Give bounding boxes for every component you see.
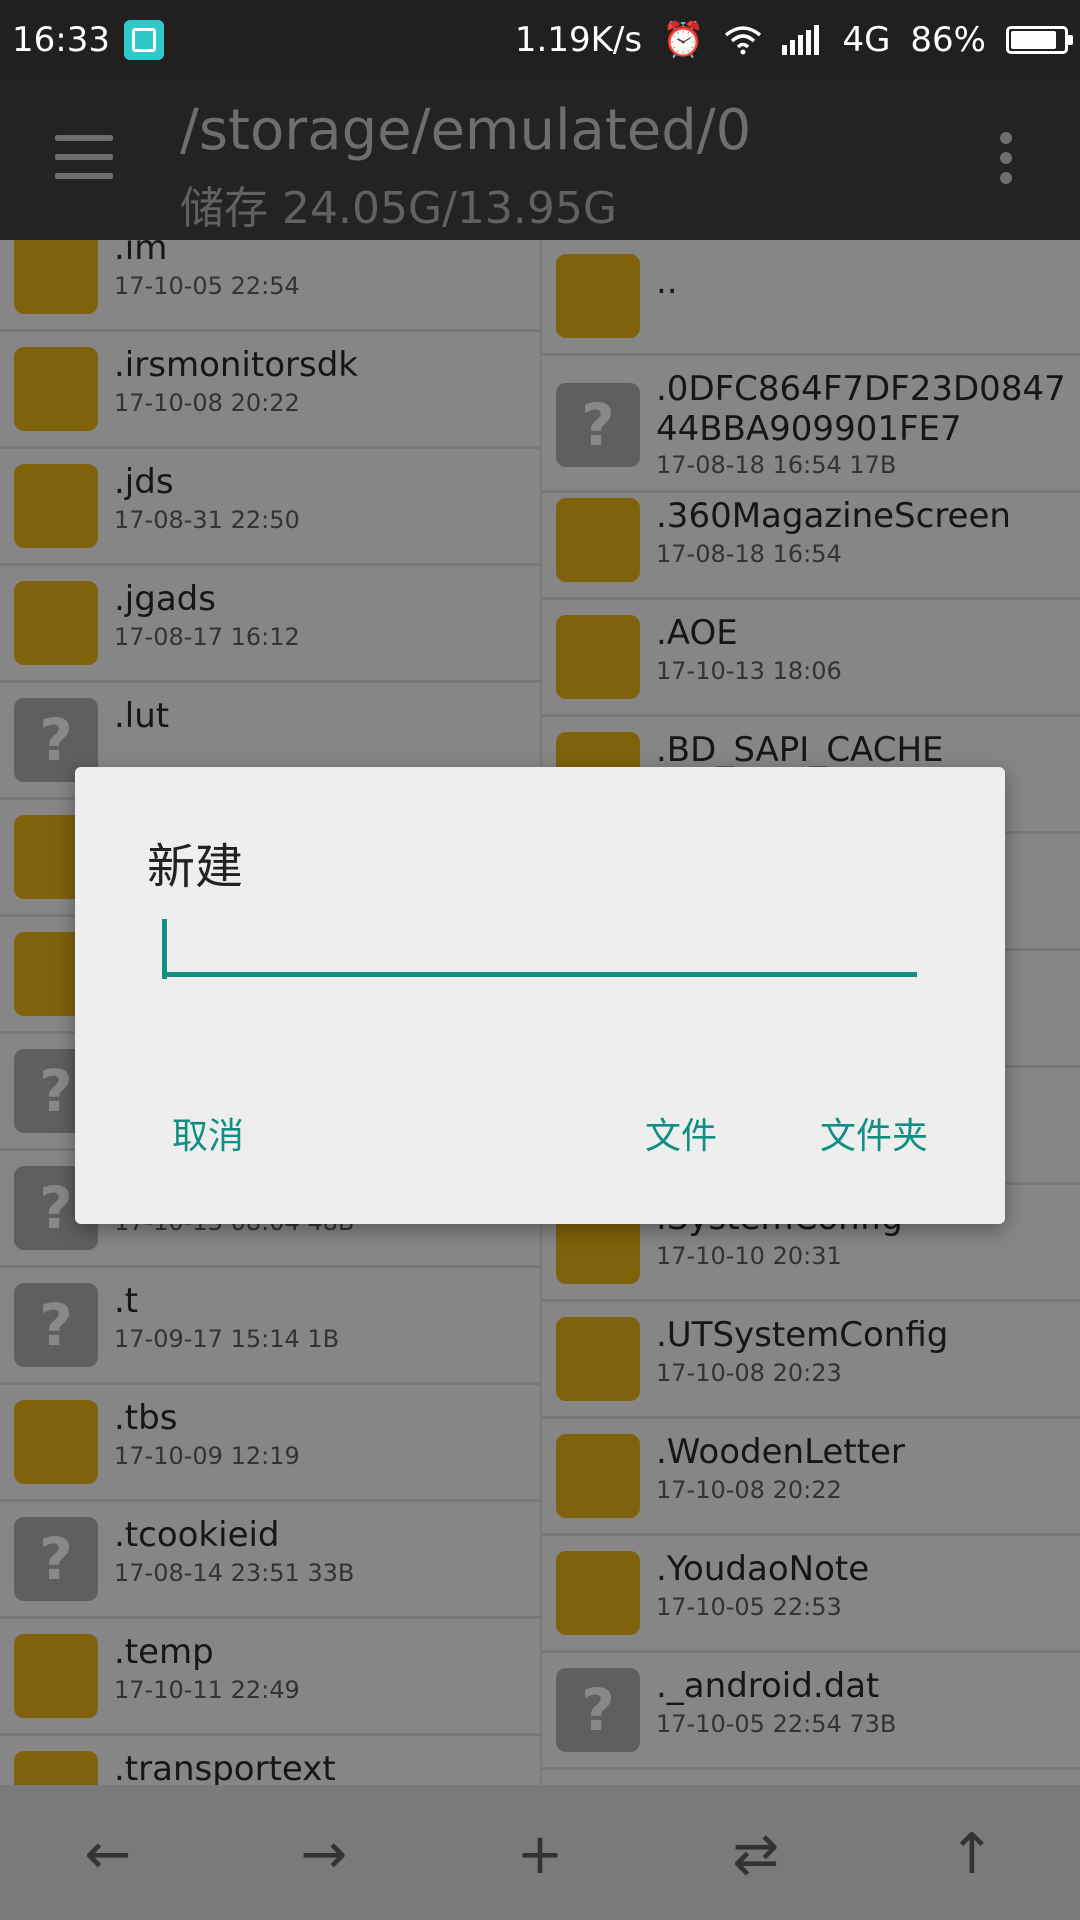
file-name: .YoudaoNote xyxy=(656,1549,870,1589)
file-meta: 17-08-18 16:54 17B xyxy=(656,451,897,479)
unknown-file-icon: ? xyxy=(556,383,640,467)
file-meta: 17-10-05 22:54 73B xyxy=(656,1710,897,1738)
file-meta: 17-10-11 22:49 xyxy=(114,1676,300,1704)
file-name: ._android.dat xyxy=(656,1666,880,1706)
folder-icon xyxy=(14,1400,98,1484)
file-name: .im xyxy=(114,240,168,268)
folder-icon xyxy=(14,464,98,548)
file-meta: 17-08-18 16:54 xyxy=(656,540,842,568)
file-name: .. xyxy=(656,262,678,302)
file-row[interactable]: .YoudaoNote 17-10-05 22:53 xyxy=(542,1537,1080,1653)
file-name: .UTSystemConfig xyxy=(656,1315,949,1355)
new-item-dialog: 新建 取消 文件 文件夹 xyxy=(75,767,1005,1224)
file-name: .tcookieid xyxy=(114,1515,280,1555)
file-meta: 17-10-05 22:54 xyxy=(114,272,300,300)
app-bar: /storage/emulated/0 储存 24.05G/13.95G xyxy=(0,80,1080,240)
storage-subtitle: 储存 24.05G/13.95G xyxy=(180,183,617,234)
file-name: .AOE xyxy=(656,613,738,653)
file-name: .0DFC864F7DF23D084744BBA909901FE7 xyxy=(656,369,1066,449)
new-file-button[interactable]: 文件 xyxy=(645,1107,717,1159)
file-row[interactable]: ? .tcookieid 17-08-14 23:51 33B xyxy=(0,1503,540,1619)
screenshot-icon xyxy=(123,20,164,60)
add-icon[interactable]: + xyxy=(500,1815,580,1895)
folder-icon xyxy=(556,254,640,338)
battery-fill xyxy=(1011,31,1056,49)
file-name: .jds xyxy=(114,462,174,502)
forward-arrow-icon[interactable]: → xyxy=(284,1815,364,1895)
dialog-title: 新建 xyxy=(147,839,244,895)
status-bar: 16:33 1.19K/s ⏰ 4G 86% xyxy=(0,0,1080,80)
up-arrow-icon[interactable]: ↑ xyxy=(932,1815,1012,1895)
file-name: .lut xyxy=(114,696,170,736)
new-folder-button[interactable]: 文件夹 xyxy=(820,1107,928,1159)
file-row[interactable]: .WoodenLetter 17-10-08 20:22 xyxy=(542,1420,1080,1536)
file-row[interactable]: .jgads 17-08-17 16:12 xyxy=(0,567,540,683)
file-name: .jgads xyxy=(114,579,216,619)
file-name: .t xyxy=(114,1281,139,1321)
network-speed: 1.19K/s xyxy=(514,20,643,60)
file-row[interactable]: .temp 17-10-11 22:49 xyxy=(0,1620,540,1736)
file-row[interactable]: ? .0DFC864F7DF23D084744BBA909901FE7 17-08-… xyxy=(542,357,1080,493)
file-meta: 17-10-13 18:06 xyxy=(656,657,842,685)
file-row[interactable]: .AOE 17-10-13 18:06 xyxy=(542,601,1080,717)
file-meta: 17-08-17 16:12 xyxy=(114,623,300,651)
unknown-file-icon: ? xyxy=(14,1517,98,1601)
folder-icon xyxy=(14,1751,98,1785)
bottom-toolbar: ← → + ⇄ ↑ xyxy=(0,1785,1080,1920)
file-name: .transportext xyxy=(114,1749,336,1785)
folder-icon xyxy=(14,347,98,431)
file-row[interactable]: .tbs 17-10-09 12:19 xyxy=(0,1386,540,1502)
battery-percent: 86% xyxy=(910,20,986,60)
file-row[interactable]: ? ._android.dat 17-10-05 22:54 73B xyxy=(542,1654,1080,1770)
folder-icon xyxy=(14,240,98,314)
file-meta: 17-08-31 22:50 xyxy=(114,506,300,534)
network-type: 4G xyxy=(842,20,891,60)
file-meta: 17-08-14 23:51 33B xyxy=(114,1559,355,1587)
folder-icon xyxy=(14,1634,98,1718)
wifi-icon xyxy=(725,26,762,55)
file-row[interactable]: ? .t 17-09-17 15:14 1B xyxy=(0,1269,540,1385)
file-meta: 17-10-05 22:53 xyxy=(656,1593,842,1621)
folder-icon xyxy=(556,1434,640,1518)
file-row[interactable]: .UTSystemConfig 17-10-08 20:23 xyxy=(542,1303,1080,1419)
folder-icon xyxy=(556,1317,640,1401)
folder-icon xyxy=(556,1551,640,1635)
file-row[interactable]: .im 17-10-05 22:54 xyxy=(0,240,540,332)
file-name: .temp xyxy=(114,1632,214,1672)
file-meta: 17-10-08 20:22 xyxy=(114,389,300,417)
signal-icon xyxy=(782,25,820,55)
cancel-button[interactable]: 取消 xyxy=(172,1107,244,1159)
file-name: .BD_SAPI_CACHE xyxy=(656,730,944,770)
file-meta: 17-10-08 20:22 xyxy=(656,1476,842,1504)
battery-icon xyxy=(1006,26,1073,54)
file-meta: 17-10-08 20:23 xyxy=(656,1359,842,1387)
file-name: .tbs xyxy=(114,1398,178,1438)
file-row[interactable]: .jds 17-08-31 22:50 xyxy=(0,450,540,566)
folder-icon xyxy=(556,498,640,582)
file-meta: 17-09-17 15:14 1B xyxy=(114,1325,340,1353)
clock: 16:33 xyxy=(12,20,110,60)
file-name: .360MagazineScreen xyxy=(656,496,1011,536)
file-row[interactable]: .. xyxy=(542,240,1080,356)
file-meta: 17-10-10 20:31 xyxy=(656,1242,842,1270)
file-row[interactable]: .transportext xyxy=(0,1737,540,1785)
menu-icon[interactable] xyxy=(55,135,113,179)
path-title: /storage/emulated/0 xyxy=(180,98,752,163)
file-row[interactable]: .irsmonitorsdk 17-10-08 20:22 xyxy=(0,333,540,449)
file-name: .irsmonitorsdk xyxy=(114,345,358,385)
file-meta: 17-10-09 12:19 xyxy=(114,1442,300,1470)
unknown-file-icon: ? xyxy=(556,1668,640,1752)
more-options-icon[interactable] xyxy=(1000,132,1016,184)
file-name: .WoodenLetter xyxy=(656,1432,905,1472)
swap-icon[interactable]: ⇄ xyxy=(716,1815,796,1895)
alarm-icon: ⏰ xyxy=(662,20,705,60)
file-row[interactable]: .360MagazineScreen 17-08-18 16:54 xyxy=(542,484,1080,600)
folder-icon xyxy=(556,615,640,699)
folder-icon xyxy=(14,581,98,665)
unknown-file-icon: ? xyxy=(14,1283,98,1367)
back-arrow-icon[interactable]: ← xyxy=(68,1815,148,1895)
name-input[interactable] xyxy=(162,917,917,977)
text-cursor xyxy=(162,919,167,979)
